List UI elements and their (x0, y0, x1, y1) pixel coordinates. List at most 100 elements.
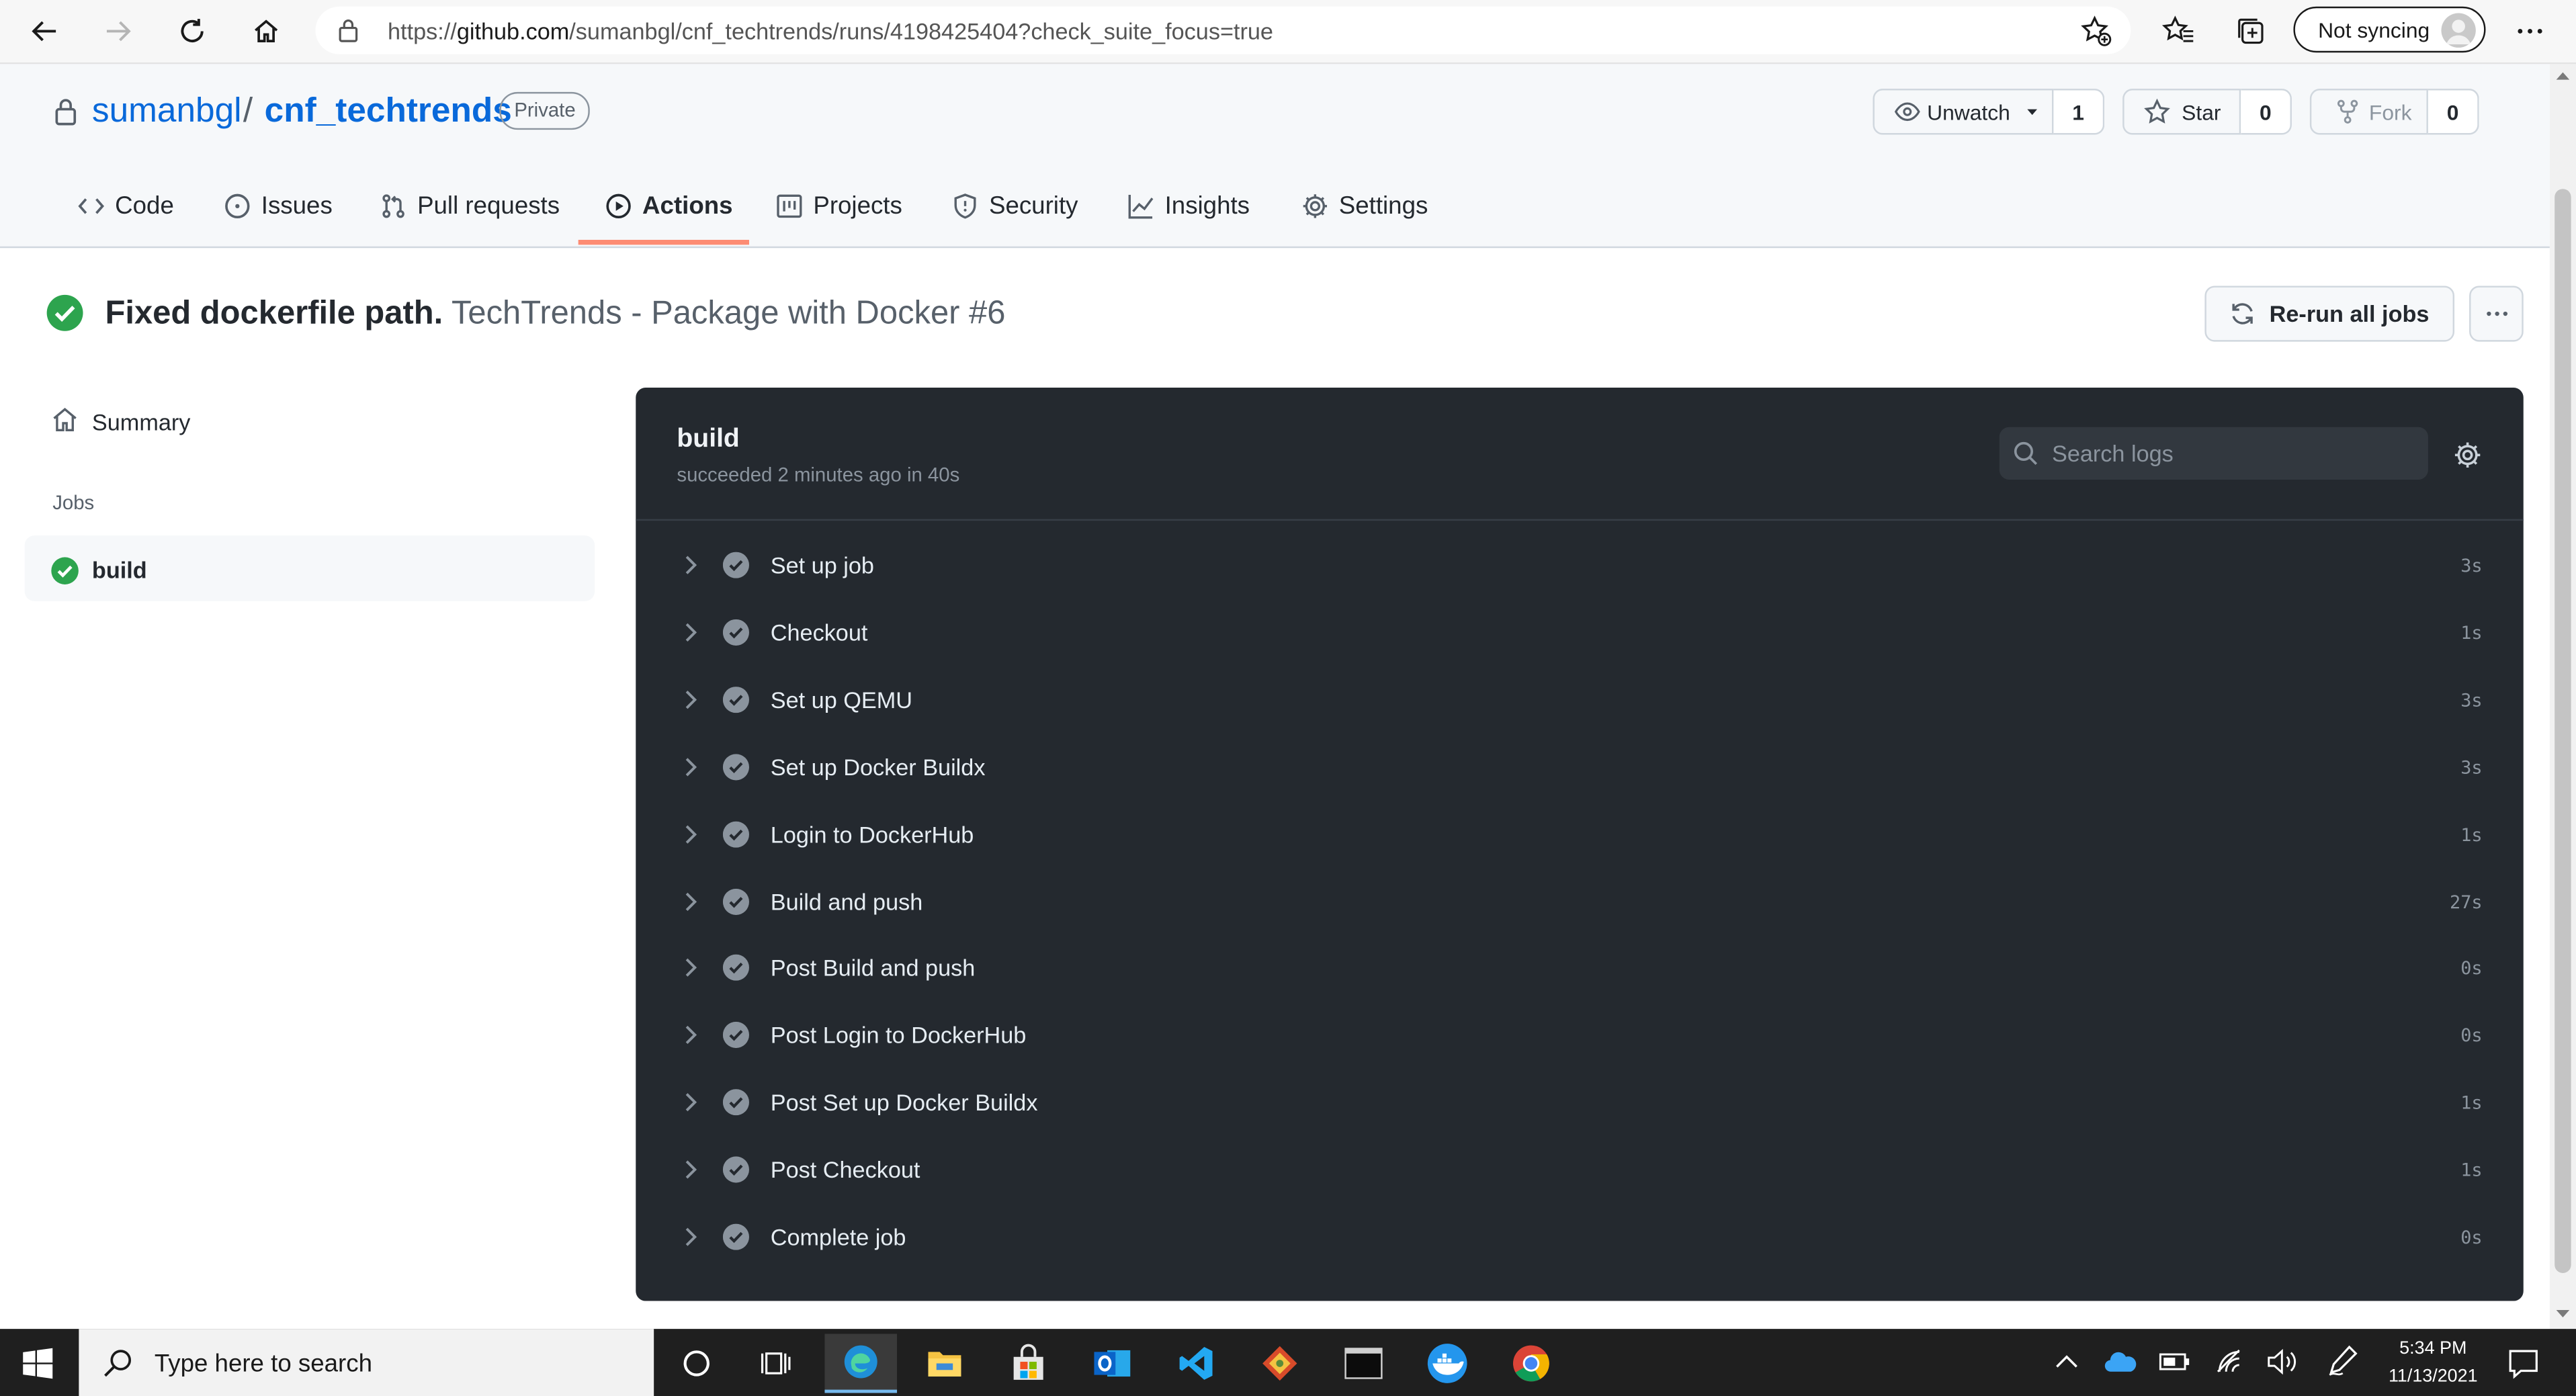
tab-label: Issues (261, 191, 333, 220)
step-check-icon (722, 887, 749, 914)
chevron-right-icon[interactable] (680, 1091, 699, 1114)
forward-arrow-icon (106, 21, 131, 42)
scrollbar-thumb[interactable] (2554, 189, 2571, 1273)
add-favorite-icon[interactable] (2080, 15, 2113, 48)
job-status: succeeded 2 minutes ago in 40s (677, 463, 960, 486)
chevron-right-icon[interactable] (680, 755, 699, 778)
star-button[interactable]: Star (2122, 89, 2241, 135)
onedrive-icon[interactable] (2104, 1350, 2137, 1373)
scroll-down-arrow-icon[interactable] (2554, 1307, 2571, 1321)
step-label: Post Build and push (770, 955, 976, 981)
vscode-icon[interactable] (1160, 1334, 1232, 1393)
unwatch-label: Unwatch (1927, 99, 2010, 124)
summary-link[interactable]: Summary (92, 409, 190, 435)
watch-count[interactable]: 1 (2053, 89, 2105, 135)
store-icon[interactable] (992, 1334, 1065, 1393)
jobs-heading: Jobs (52, 491, 95, 515)
chevron-right-icon[interactable] (680, 1024, 699, 1047)
chevron-right-icon[interactable] (680, 554, 699, 576)
tab-label: Projects (813, 191, 902, 220)
step-check-icon (722, 619, 749, 646)
taskbar-clock[interactable]: 5:34 PM 11/13/2021 (2376, 1336, 2491, 1391)
step-label: Set up job (770, 552, 874, 578)
tab-actions[interactable]: Actions (605, 181, 733, 230)
caret-down-icon (2026, 109, 2036, 116)
collections-icon[interactable] (2234, 15, 2267, 48)
step-label: Complete job (770, 1223, 906, 1250)
home-button[interactable] (243, 8, 289, 54)
chevron-right-icon[interactable] (680, 621, 699, 644)
log-step-row[interactable] (664, 606, 2504, 658)
chevron-right-icon[interactable] (680, 1225, 699, 1248)
tab-projects[interactable]: Projects (775, 181, 902, 230)
forward-button[interactable] (95, 8, 141, 54)
notifications-icon[interactable] (2507, 1347, 2540, 1380)
chevron-right-icon[interactable] (680, 822, 699, 845)
edge-browser-icon[interactable] (824, 1334, 898, 1393)
log-step-row[interactable] (664, 875, 2504, 927)
repo-owner-link[interactable]: sumanbgl (92, 92, 242, 132)
repo-name-link[interactable]: cnf_techtrends (265, 92, 512, 132)
rerun-label: Re-run all jobs (2269, 300, 2430, 327)
step-label: Set up Docker Buildx (770, 753, 986, 780)
git-client-icon[interactable] (1244, 1334, 1316, 1393)
tab-insights[interactable]: Insights (1127, 181, 1250, 230)
fork-count[interactable]: 0 (2428, 89, 2479, 135)
chrome-icon[interactable] (1495, 1334, 1568, 1393)
tab-label: Actions (642, 191, 733, 220)
chevron-right-icon[interactable] (680, 688, 699, 711)
favorites-icon[interactable] (2161, 15, 2195, 48)
rerun-all-jobs-button[interactable]: Re-run all jobs (2204, 286, 2455, 342)
sidebar-job-label: build (91, 556, 147, 584)
scroll-up-arrow-icon[interactable] (2554, 69, 2571, 83)
sync-icon (2233, 303, 2253, 324)
home-summary-icon (51, 406, 79, 434)
chevron-right-icon[interactable] (680, 889, 699, 912)
pen-input-icon[interactable] (2326, 1344, 2359, 1380)
tab-pull-requests[interactable]: Pull requests (380, 181, 560, 230)
wifi-icon[interactable] (2215, 1347, 2244, 1377)
browser-menu-icon[interactable] (2516, 16, 2545, 46)
tab-issues[interactable]: Issues (224, 181, 333, 230)
log-step-row[interactable] (664, 1211, 2504, 1263)
windows-start-icon[interactable] (22, 1347, 54, 1380)
step-check-icon (722, 686, 749, 713)
step-duration: 1s (2460, 1092, 2483, 1115)
tray-expand-chevron-icon[interactable] (2053, 1350, 2079, 1373)
visibility-badge: Private (499, 91, 591, 130)
code-icon (78, 198, 105, 214)
fork-button[interactable]: Fork (2309, 89, 2428, 135)
repo-path-separator: / (243, 91, 253, 130)
volume-icon[interactable] (2266, 1347, 2299, 1377)
chevron-right-icon[interactable] (680, 1158, 699, 1181)
active-tab-indicator (578, 239, 749, 245)
docker-icon[interactable] (1411, 1334, 1484, 1393)
refresh-button[interactable] (169, 8, 215, 54)
commit-message: Fixed dockerfile path. (105, 296, 443, 332)
back-button[interactable] (22, 8, 67, 54)
tab-settings[interactable]: Settings (1301, 181, 1428, 230)
log-step-row[interactable] (664, 539, 2504, 591)
log-step-row[interactable] (664, 1143, 2504, 1196)
star-icon (2144, 98, 2170, 124)
log-settings-icon[interactable] (2453, 440, 2483, 470)
step-label: Build and push (770, 887, 923, 914)
battery-icon[interactable] (2159, 1352, 2192, 1371)
tab-security[interactable]: Security (951, 181, 1078, 230)
tab-label: Security (988, 191, 1078, 220)
run-menu-button[interactable] (2469, 286, 2524, 342)
log-step-row[interactable] (664, 673, 2504, 726)
outlook-icon[interactable] (1076, 1334, 1149, 1393)
search-logs-placeholder: Search logs (2051, 440, 2174, 467)
file-explorer-icon[interactable] (908, 1334, 981, 1393)
chevron-right-icon[interactable] (680, 957, 699, 979)
star-count[interactable]: 0 (2241, 89, 2292, 135)
shield-icon (954, 192, 976, 218)
terminal-icon[interactable] (1328, 1334, 1400, 1393)
tab-code[interactable]: Code (77, 181, 174, 230)
cortana-icon[interactable] (660, 1334, 733, 1393)
task-view-icon[interactable] (741, 1334, 814, 1393)
unwatch-button[interactable]: Unwatch (1873, 89, 2054, 135)
pull-request-icon (382, 193, 404, 218)
step-label: Set up QEMU (770, 686, 912, 713)
